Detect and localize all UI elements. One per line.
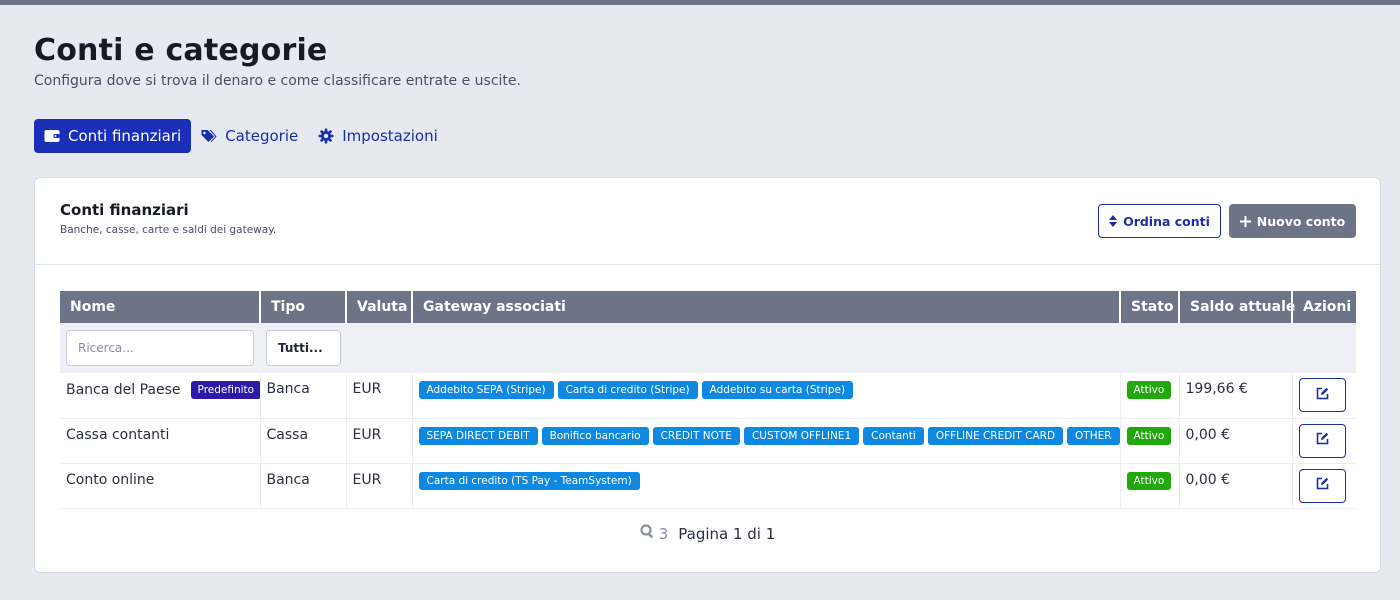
tab-categorie[interactable]: Categorie [191,119,308,153]
column-header-azioni: Azioni [1292,291,1356,323]
table-row[interactable]: Conto online Banca EUR Carta di credito … [60,463,1356,509]
gateway-badge: Carta di credito (TS Pay - TeamSystem) [418,471,640,490]
table-row[interactable]: Banca del Paese Predefinito Banca EUR Add… [60,373,1356,419]
column-header-stato[interactable]: Stato [1120,291,1180,323]
gateway-badge: Contanti [863,426,924,445]
tab-label: Conti finanziari [68,127,182,145]
gateway-list: Carta di credito (TS Pay - TeamSystem) [418,471,1114,490]
search-icon [640,524,655,543]
accounts-card: Conti finanziari Banche, casse, carte e … [34,177,1381,573]
column-header-valuta[interactable]: Valuta [346,291,413,323]
filter-row: Ricerca... Tutti... [60,323,1356,373]
tab-label: Categorie [225,127,299,145]
edit-button[interactable] [1298,378,1346,412]
gear-icon [318,128,334,144]
edit-button[interactable] [1298,423,1346,458]
sort-accounts-button[interactable]: Ordina conti [1098,204,1221,238]
edit-icon [1316,387,1329,404]
account-type: Cassa [260,418,347,464]
gateway-badge: OTHER [1067,426,1119,445]
gateway-badge: Carta di credito (Stripe) [557,381,698,399]
account-balance: 0,00 € [1179,463,1293,509]
gateway-badge: SEPA DIRECT DEBIT [418,426,538,445]
account-currency: EUR [346,463,413,509]
pagination: 3 Pagina 1 di 1 [35,524,1380,543]
account-currency: EUR [346,373,413,419]
sort-accounts-label: Ordina conti [1123,213,1210,229]
tags-icon [201,128,217,144]
gateway-badge: CREDIT NOTE [652,426,740,445]
status-badge: Attivo [1126,426,1172,445]
result-count: 3 [658,524,669,543]
accounts-table: Nome Tipo Valuta Gateway associati Stato… [60,291,1356,509]
search-input[interactable]: Ricerca... [66,330,254,366]
column-header-nome[interactable]: Nome [60,291,261,323]
type-filter-select[interactable]: Tutti... [266,330,341,366]
account-type: Banca [260,463,347,509]
gateway-list: Addebito SEPA (Stripe) Carta di credito … [418,381,1114,399]
new-account-label: Nuovo conto [1256,213,1346,229]
status-badge: Attivo [1126,381,1172,399]
account-currency: EUR [346,418,413,464]
gateway-list: SEPA DIRECT DEBIT Bonifico bancario CRED… [418,426,1119,445]
account-name: Banca del Paese [66,382,181,398]
account-name: Conto online [66,471,155,488]
card-subtitle: Banche, casse, carte e saldi dei gateway… [60,224,277,236]
edit-icon [1316,432,1329,449]
plus-icon [1239,215,1251,227]
page-subtitle: Configura dove si trova il denaro e come… [34,73,521,89]
tab-label: Impostazioni [342,127,438,145]
status-badge: Attivo [1126,471,1172,490]
column-header-tipo[interactable]: Tipo [260,291,347,323]
edit-button[interactable] [1298,468,1346,503]
gateway-badge: Addebito SEPA (Stripe) [418,381,554,399]
account-type: Banca [260,373,347,419]
card-title: Conti finanziari [60,201,189,219]
default-badge: Predefinito [190,381,259,399]
gateway-badge: Addebito su carta (Stripe) [701,381,854,399]
wallet-icon [44,128,60,144]
table-row[interactable]: Cassa contanti Cassa EUR SEPA DIRECT DEB… [60,418,1356,464]
new-account-button[interactable]: Nuovo conto [1229,204,1356,238]
account-name: Cassa contanti [66,426,170,443]
page-title: Conti e categorie [34,33,328,68]
table-header-row: Nome Tipo Valuta Gateway associati Stato… [60,291,1356,323]
column-header-gateway: Gateway associati [412,291,1121,323]
column-header-saldo[interactable]: Saldo attuale [1179,291,1295,323]
tab-impostazioni[interactable]: Impostazioni [308,119,448,153]
sort-icon [1109,215,1118,227]
gateway-badge: CUSTOM OFFLINE1 [743,426,860,445]
gateway-badge: Bonifico bancario [541,426,649,445]
top-bar [0,0,1400,5]
account-balance: 0,00 € [1179,418,1293,464]
edit-icon [1316,477,1329,494]
card-header: Conti finanziari Banche, casse, carte e … [35,178,1380,265]
tab-bar: Conti finanziari Categorie Impostazioni [34,119,448,153]
gateway-badge: OFFLINE CREDIT CARD [927,426,1064,445]
page-indicator: Pagina 1 di 1 [678,524,776,543]
tab-conti-finanziari[interactable]: Conti finanziari [34,119,192,153]
account-balance: 199,66 € [1179,373,1293,419]
